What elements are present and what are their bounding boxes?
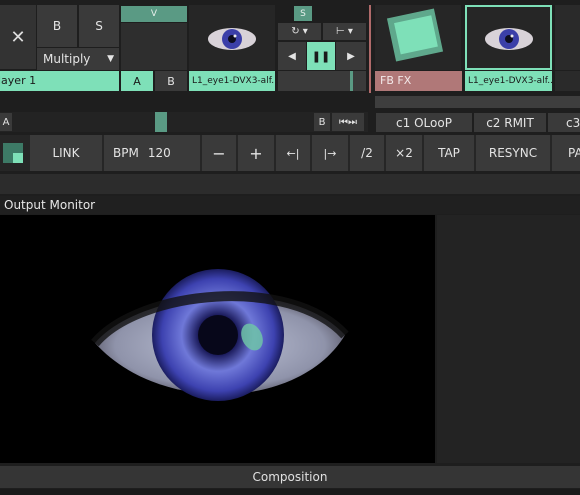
clip-name-label: L1_eye1-DVX3-alf... (192, 76, 275, 86)
group-empty-slot[interactable] (555, 5, 580, 70)
clip-solo-toggle[interactable]: S (294, 6, 312, 21)
cue-1-label: c1 OLooP (396, 115, 452, 130)
pause-all-label: PA (568, 146, 580, 160)
minus-label: − (212, 143, 226, 163)
link-button[interactable]: LINK (30, 135, 102, 171)
group-empty-name (555, 71, 580, 91)
eye-thumbnail-icon (485, 28, 533, 50)
pause-icon: ❚❚ (311, 49, 331, 63)
layer-close-button[interactable]: ✕ (0, 5, 36, 69)
crossfader-b-label: B (318, 116, 326, 128)
group-clip-name-label: L1_eye1-DVX3-alf... (468, 76, 552, 86)
play-forward-button[interactable]: ▶ (336, 42, 366, 70)
monitor-header: Output Monitor (0, 196, 580, 214)
plus-label: + (249, 143, 263, 163)
divide-two-label: /2 (361, 146, 373, 160)
layer-bypass-button[interactable]: B (37, 5, 77, 47)
group-clip-thumbnail[interactable] (465, 5, 552, 70)
pause-button[interactable]: ❚❚ (307, 42, 335, 70)
blend-mode-value: Multiply (43, 52, 91, 66)
crossfader-row (0, 112, 368, 132)
nudge-right-button[interactable]: |→ (312, 135, 348, 171)
monitor-title: Output Monitor (4, 198, 96, 212)
cue-3-button[interactable]: c3 (548, 113, 580, 132)
layer-solo-button[interactable]: S (79, 5, 119, 47)
composition-bar[interactable]: Composition (0, 466, 580, 488)
group-clip-name[interactable]: L1_eye1-DVX3-alf... (465, 71, 552, 91)
nudge-left-label: ←| (286, 146, 300, 160)
layer-clip-name[interactable]: L1_eye1-DVX3-alf... (189, 71, 275, 91)
crossfader-handle[interactable] (155, 112, 167, 132)
eye-thumbnail-icon (208, 28, 256, 50)
tap-label: TAP (438, 146, 460, 160)
progress-marker (350, 71, 353, 91)
crossfader-a-label: A (2, 116, 10, 128)
multiply-two-label: ×2 (395, 146, 413, 160)
group-divider (369, 5, 371, 93)
crossfader-b-button[interactable]: B (314, 113, 330, 131)
bpm-minus-button[interactable]: − (202, 135, 236, 171)
resync-button[interactable]: RESYNC (476, 135, 550, 171)
bpm-field[interactable]: BPM 120 (104, 135, 200, 171)
bypass-label: B (52, 19, 62, 33)
composition-label: Composition (252, 470, 328, 484)
group-fx-thumbnail[interactable] (375, 5, 461, 70)
clip-solo-label: S (300, 8, 306, 19)
layer-ab-b-button[interactable]: B (155, 71, 187, 91)
beat-indicator (3, 143, 23, 163)
panel-spacer (0, 174, 580, 194)
chevron-down-icon: ▼ (107, 54, 114, 64)
multiply-two-button[interactable]: ×2 (386, 135, 422, 171)
blend-mode-dropdown[interactable]: Multiply ▼ (37, 48, 119, 70)
close-icon: ✕ (10, 26, 26, 48)
ab-b-label: B (167, 74, 175, 88)
nudge-right-label: |→ (323, 146, 337, 160)
solo-label: S (95, 19, 103, 33)
group-scroll-band[interactable] (375, 96, 580, 108)
loop-icon: ↻ ▾ (291, 26, 308, 37)
bpm-value: 120 (147, 146, 171, 160)
direction-dropdown[interactable]: ⊢ ▾ (323, 23, 366, 40)
beat-indicator-fill (13, 153, 23, 163)
crossfader-a-button[interactable]: A (0, 113, 12, 131)
bpm-label: BPM (113, 146, 139, 160)
eye-output-image (91, 269, 349, 401)
nudge-left-button[interactable]: ←| (276, 135, 310, 171)
link-label: LINK (52, 146, 80, 160)
resync-label: RESYNC (488, 146, 538, 160)
cue-2-label: c2 RMIT (486, 115, 534, 130)
cue-2-button[interactable]: c2 RMIT (474, 113, 546, 132)
monitor-side-panel (437, 215, 580, 463)
fb-name-label: FB FX (380, 74, 412, 87)
layer-name[interactable]: layer 1 (0, 71, 119, 91)
play-backward-icon: ◀ (288, 50, 296, 62)
group-fb-name[interactable]: FB FX (375, 71, 462, 91)
layer-ab-a-button[interactable]: A (121, 71, 153, 91)
divide-two-button[interactable]: /2 (350, 135, 384, 171)
bottom-edge (0, 489, 580, 495)
cue-1-button[interactable]: c1 OLooP (376, 113, 472, 132)
pause-all-button[interactable]: PA (552, 135, 580, 171)
bpm-plus-button[interactable]: + (238, 135, 274, 171)
cue-3-label: c3 (566, 115, 580, 130)
output-preview[interactable] (0, 215, 435, 463)
skip-buttons[interactable]: ⏮⏭ (332, 113, 364, 131)
layer-name-label: layer 1 (0, 74, 37, 87)
layer-video-toggle[interactable]: V (121, 6, 187, 22)
feedback-fx-icon (386, 8, 444, 62)
layer-clip-progress[interactable] (278, 71, 366, 91)
play-forward-icon: ▶ (347, 50, 355, 62)
play-direction-icon: ⊢ ▾ (336, 26, 353, 37)
video-label: V (150, 9, 158, 19)
play-backward-button[interactable]: ◀ (278, 42, 306, 70)
tap-button[interactable]: TAP (424, 135, 474, 171)
loop-mode-dropdown[interactable]: ↻ ▾ (278, 23, 321, 40)
layer-clip-thumbnail[interactable] (189, 5, 275, 70)
ab-a-label: A (133, 74, 141, 88)
skip-prev-next-icon: ⏮⏭ (339, 116, 357, 128)
layer-opacity-area[interactable] (121, 23, 187, 70)
